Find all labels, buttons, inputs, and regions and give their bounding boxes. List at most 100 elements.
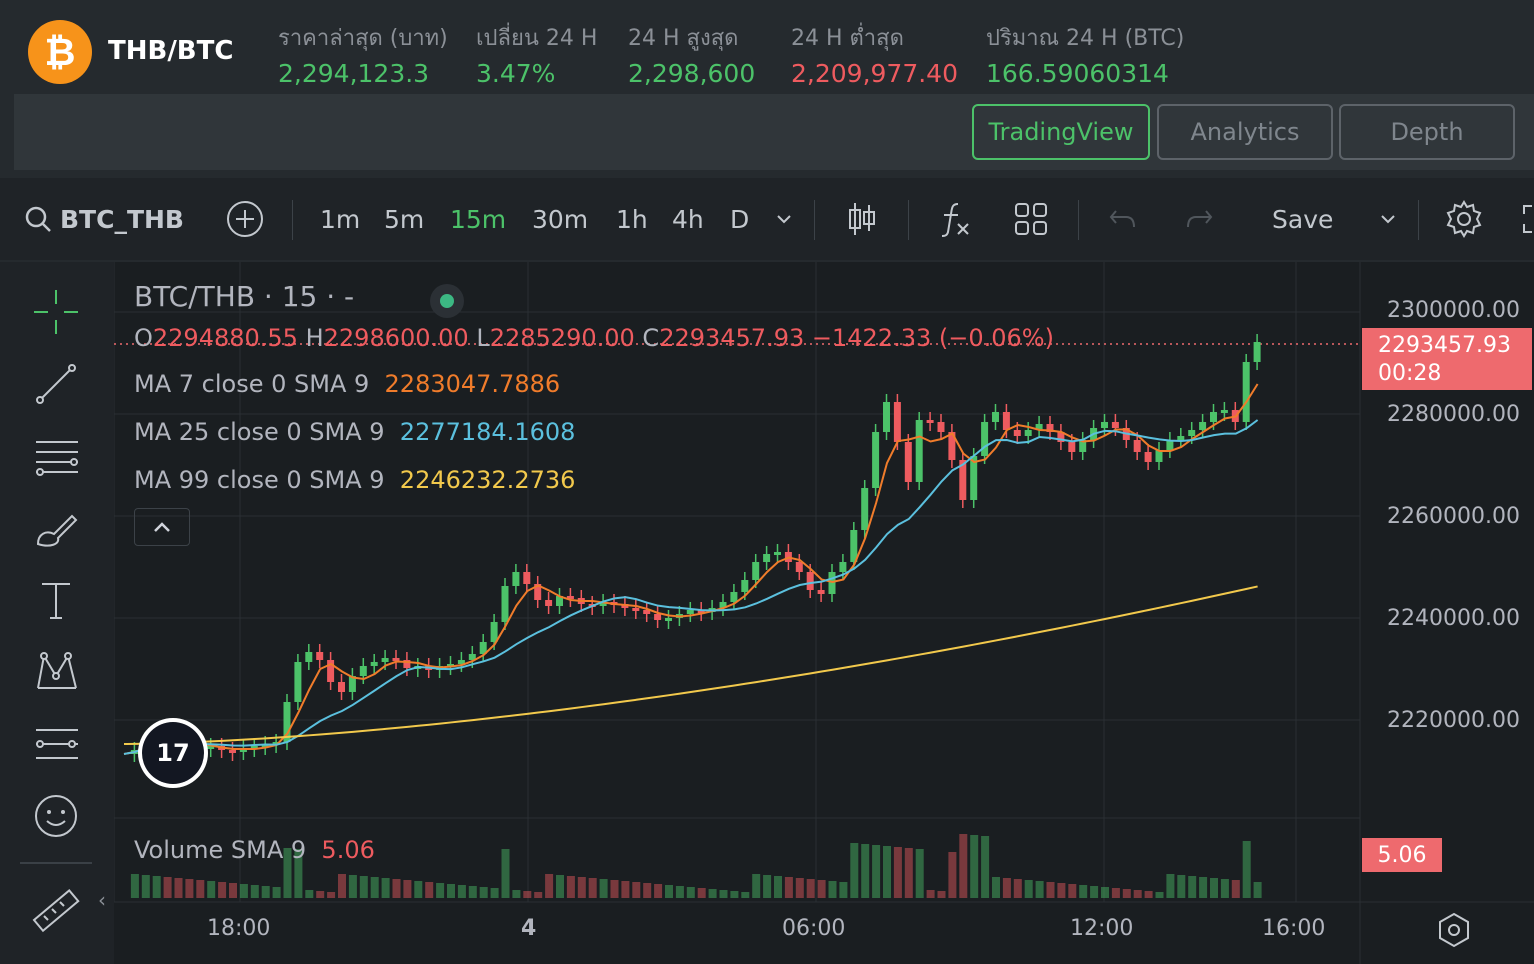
save-button[interactable]: Save xyxy=(1272,178,1333,260)
ma-label: MA 25 close 0 SMA 9 xyxy=(134,418,385,446)
ma7-legend: MA 7 close 0 SMA 9 2283047.7886 xyxy=(134,370,560,398)
gear-icon xyxy=(1446,200,1482,238)
stat-value: 2,294,123.3 xyxy=(278,59,430,88)
plus-circle-icon xyxy=(227,201,263,237)
trendline-tool[interactable] xyxy=(28,356,84,412)
time-axis-label: 12:00 xyxy=(1070,916,1134,941)
stat-low-24h: 24 H ต่ำสุด 2,209,977.40 xyxy=(791,20,958,88)
stat-last-price: ราคาล่าสุด (บาท) 2,294,123.3 xyxy=(278,20,448,88)
symbol-label: BTC_THB xyxy=(60,204,184,234)
crosshair-icon xyxy=(34,290,78,334)
interval-1m[interactable]: 1m xyxy=(320,178,360,260)
ohlc-high: 2298600.00 xyxy=(323,324,469,352)
tab-analytics[interactable]: Analytics xyxy=(1157,104,1333,160)
ohlc-h-label: H xyxy=(305,324,324,352)
drawing-toolbar: ‹ xyxy=(0,262,114,964)
undo-button[interactable] xyxy=(1108,178,1138,260)
save-dropdown[interactable] xyxy=(1378,178,1398,260)
price-axis-label: 2220000.00 xyxy=(1387,708,1520,733)
tab-depth[interactable]: Depth xyxy=(1339,104,1515,160)
crosshair-tool[interactable] xyxy=(28,284,84,340)
stat-change-24h: เปลี่ยน 24 H 3.47% xyxy=(476,20,597,88)
ma-value: 2277184.1608 xyxy=(399,418,576,446)
search-icon xyxy=(25,206,51,232)
current-price-value: 2293457.93 xyxy=(1378,333,1511,358)
price-chart[interactable]: BTC/THB · 15 · - O2294880.55 H2298600.00… xyxy=(114,262,1534,964)
indicators-button[interactable] xyxy=(938,178,972,260)
compare-button[interactable] xyxy=(226,178,264,260)
pattern-tool[interactable] xyxy=(28,644,84,700)
ma-label: MA 7 close 0 SMA 9 xyxy=(134,370,370,398)
redo-button[interactable] xyxy=(1184,178,1214,260)
stat-label: ปริมาณ 24 H (BTC) xyxy=(986,26,1185,51)
stat-value: 2,298,600 xyxy=(628,59,756,88)
interval-d[interactable]: D xyxy=(730,178,749,260)
interval-dropdown[interactable] xyxy=(774,178,794,260)
fullscreen-button[interactable] xyxy=(1520,178,1534,260)
redo-icon xyxy=(1187,210,1213,228)
time-axis-label: 18:00 xyxy=(207,916,271,941)
pattern-icon xyxy=(37,652,77,689)
chart-type-button[interactable] xyxy=(846,178,878,260)
chevron-down-icon xyxy=(1381,215,1395,224)
symbol-search[interactable]: BTC_THB xyxy=(24,178,184,260)
settings-button[interactable] xyxy=(1444,178,1484,260)
bitcoin-icon: ₿ xyxy=(28,20,92,84)
volume-badge: 5.06 xyxy=(1362,838,1442,872)
ma-value: 2283047.7886 xyxy=(384,370,561,398)
gear-icon[interactable] xyxy=(1434,910,1474,950)
interval-30m[interactable]: 30m xyxy=(532,178,588,260)
ohlc-legend: O2294880.55 H2298600.00 L2285290.00 C229… xyxy=(134,324,1054,352)
text-icon xyxy=(42,583,70,619)
horizontal-lines-icon xyxy=(36,441,78,476)
price-axis-label: 2300000.00 xyxy=(1387,298,1520,323)
toolbar-collapse-arrow[interactable]: ‹ xyxy=(98,888,106,912)
stat-label: 24 H สูงสุด xyxy=(628,26,739,51)
ohlc-change: −1422.33 (−0.06%) xyxy=(811,324,1054,352)
stat-label: เปลี่ยน 24 H xyxy=(476,26,598,51)
ma-label: MA 99 close 0 SMA 9 xyxy=(134,466,385,494)
undo-icon xyxy=(1109,210,1135,228)
brush-icon xyxy=(36,514,78,547)
stat-value: 2,209,977.40 xyxy=(791,59,958,88)
text-tool[interactable] xyxy=(28,572,84,628)
interval-5m[interactable]: 5m xyxy=(384,178,424,260)
price-axis-label: 2240000.00 xyxy=(1387,606,1520,631)
emoji-tool[interactable] xyxy=(28,788,84,844)
grid-layout-icon xyxy=(1015,203,1047,235)
measure-tool[interactable] xyxy=(28,884,84,940)
interval-4h[interactable]: 4h xyxy=(672,178,704,260)
ohlc-low: 2285290.00 xyxy=(489,324,635,352)
ohlc-close: 2293457.93 xyxy=(659,324,805,352)
fx-icon xyxy=(941,203,969,237)
forecast-tool[interactable] xyxy=(28,716,84,772)
candlestick-icon xyxy=(849,203,875,235)
forecast-icon xyxy=(36,729,78,759)
fullscreen-icon xyxy=(1523,205,1532,233)
ohlc-open: 2294880.55 xyxy=(152,324,298,352)
layout-button[interactable] xyxy=(1014,178,1048,260)
ruler-icon xyxy=(32,889,80,933)
tab-tradingview[interactable]: TradingView xyxy=(972,104,1150,160)
ohlc-l-label: L xyxy=(476,324,490,352)
trendline-icon xyxy=(36,364,76,404)
time-axis-label: 16:00 xyxy=(1262,916,1326,941)
current-price-badge: 2293457.93 00:28 xyxy=(1362,328,1532,390)
chevron-up-icon xyxy=(154,522,170,532)
interval-1h[interactable]: 1h xyxy=(616,178,648,260)
stat-value: 3.47% xyxy=(476,59,556,88)
ma-value: 2246232.2736 xyxy=(399,466,576,494)
ohlc-o-label: O xyxy=(134,324,153,352)
interval-15m[interactable]: 15m xyxy=(450,178,506,260)
tradingview-logo[interactable]: 17 xyxy=(138,718,208,788)
stat-label: ราคาล่าสุด (บาท) xyxy=(278,26,448,51)
time-axis-label: 06:00 xyxy=(782,916,846,941)
fib-tool[interactable] xyxy=(28,428,84,484)
stat-value: 166.59060314 xyxy=(986,59,1169,88)
brush-tool[interactable] xyxy=(28,500,84,556)
stat-high-24h: 24 H สูงสุด 2,298,600 xyxy=(628,20,755,88)
volume-label: Volume SMA 9 xyxy=(134,836,307,864)
ticker-header: ₿ THB/BTC ราคาล่าสุด (บาท) 2,294,123.3 เ… xyxy=(0,0,1534,94)
legend-collapse-button[interactable] xyxy=(134,508,190,546)
stat-volume-24h: ปริมาณ 24 H (BTC) 166.59060314 xyxy=(986,20,1184,88)
